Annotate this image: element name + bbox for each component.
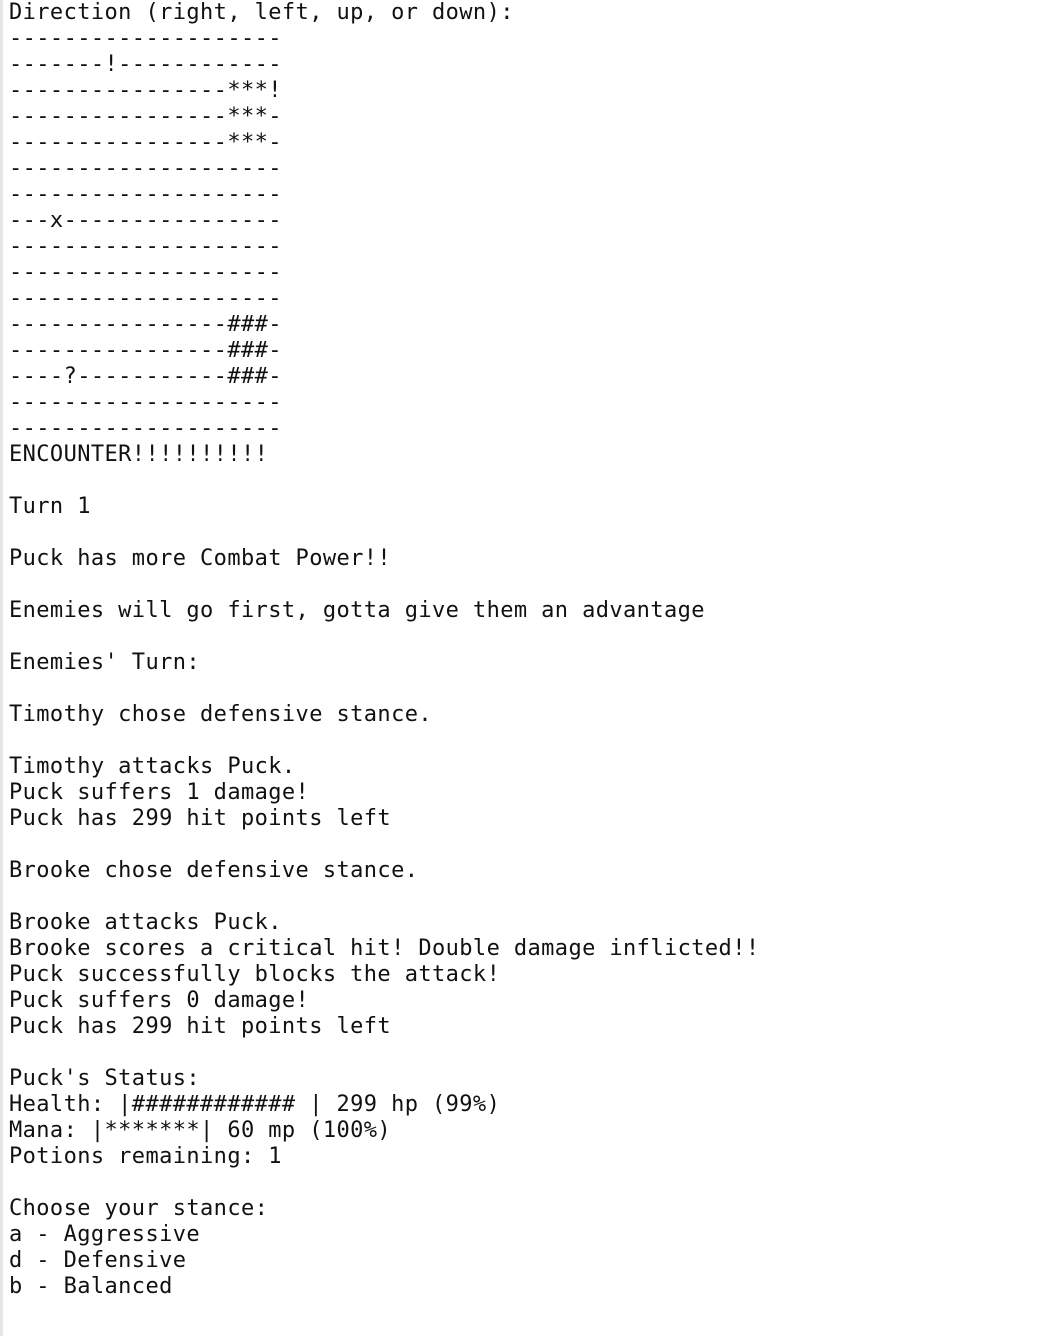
terminal-line: ----------------***- [9,130,282,155]
terminal-line: Potions remaining: 1 [9,1144,282,1169]
terminal-line: Choose your stance: [9,1196,269,1221]
terminal-window[interactable]: -------------------- Direction (right, l… [0,0,1052,1336]
terminal-line: -------------------- [9,286,282,311]
terminal-output: Direction (right, left, up, or down): ---… [9,0,1044,1300]
terminal-line: Puck has more Combat Power!! [9,546,392,571]
terminal-line: Puck suffers 0 damage! [9,988,310,1013]
terminal-line: Puck's Status: [9,1066,201,1091]
terminal-line: -------------------- [9,182,282,207]
terminal-line: Enemies' Turn: [9,650,201,675]
terminal-line: a - Aggressive [9,1222,201,1247]
left-gutter [0,0,3,1336]
terminal-line: Direction (right, left, up, or down): [9,0,514,25]
terminal-line: ----?-----------###- [9,364,282,389]
terminal-line: -------------------- [9,260,282,285]
terminal-line: ----------------***! [9,78,282,103]
terminal-line: ENCOUNTER!!!!!!!!!! [9,442,269,467]
terminal-line: b - Balanced [9,1274,173,1299]
terminal-line: Brooke attacks Puck. [9,910,282,935]
terminal-line: ---x---------------- [9,208,282,233]
terminal-line: ----------------###- [9,312,282,337]
terminal-line: -------------------- [9,390,282,415]
terminal-line: Turn 1 [9,494,91,519]
terminal-line: -------------------- [9,234,282,259]
terminal-line: -------------------- [9,416,282,441]
terminal-line: Brooke scores a critical hit! Double dam… [9,936,760,961]
terminal-line: Puck has 299 hit points left [9,1014,392,1039]
terminal-line: Mana: |*******| 60 mp (100%) [9,1118,392,1143]
terminal-line: Puck suffers 1 damage! [9,780,310,805]
terminal-line: Health: |############ | 299 hp (99%) [9,1092,501,1117]
terminal-line: -------!------------ [9,52,282,77]
terminal-line: -------------------- [9,156,282,181]
terminal-line: -------------------- [9,26,282,51]
terminal-line: Enemies will go first, gotta give them a… [9,598,705,623]
terminal-line: d - Defensive [9,1248,187,1273]
terminal-line: Timothy attacks Puck. [9,754,296,779]
terminal-line: ----------------***- [9,104,282,129]
terminal-line: Puck has 299 hit points left [9,806,392,831]
terminal-line: Brooke chose defensive stance. [9,858,419,883]
terminal-line: Puck successfully blocks the attack! [9,962,501,987]
terminal-line: Timothy chose defensive stance. [9,702,432,727]
terminal-line: ----------------###- [9,338,282,363]
